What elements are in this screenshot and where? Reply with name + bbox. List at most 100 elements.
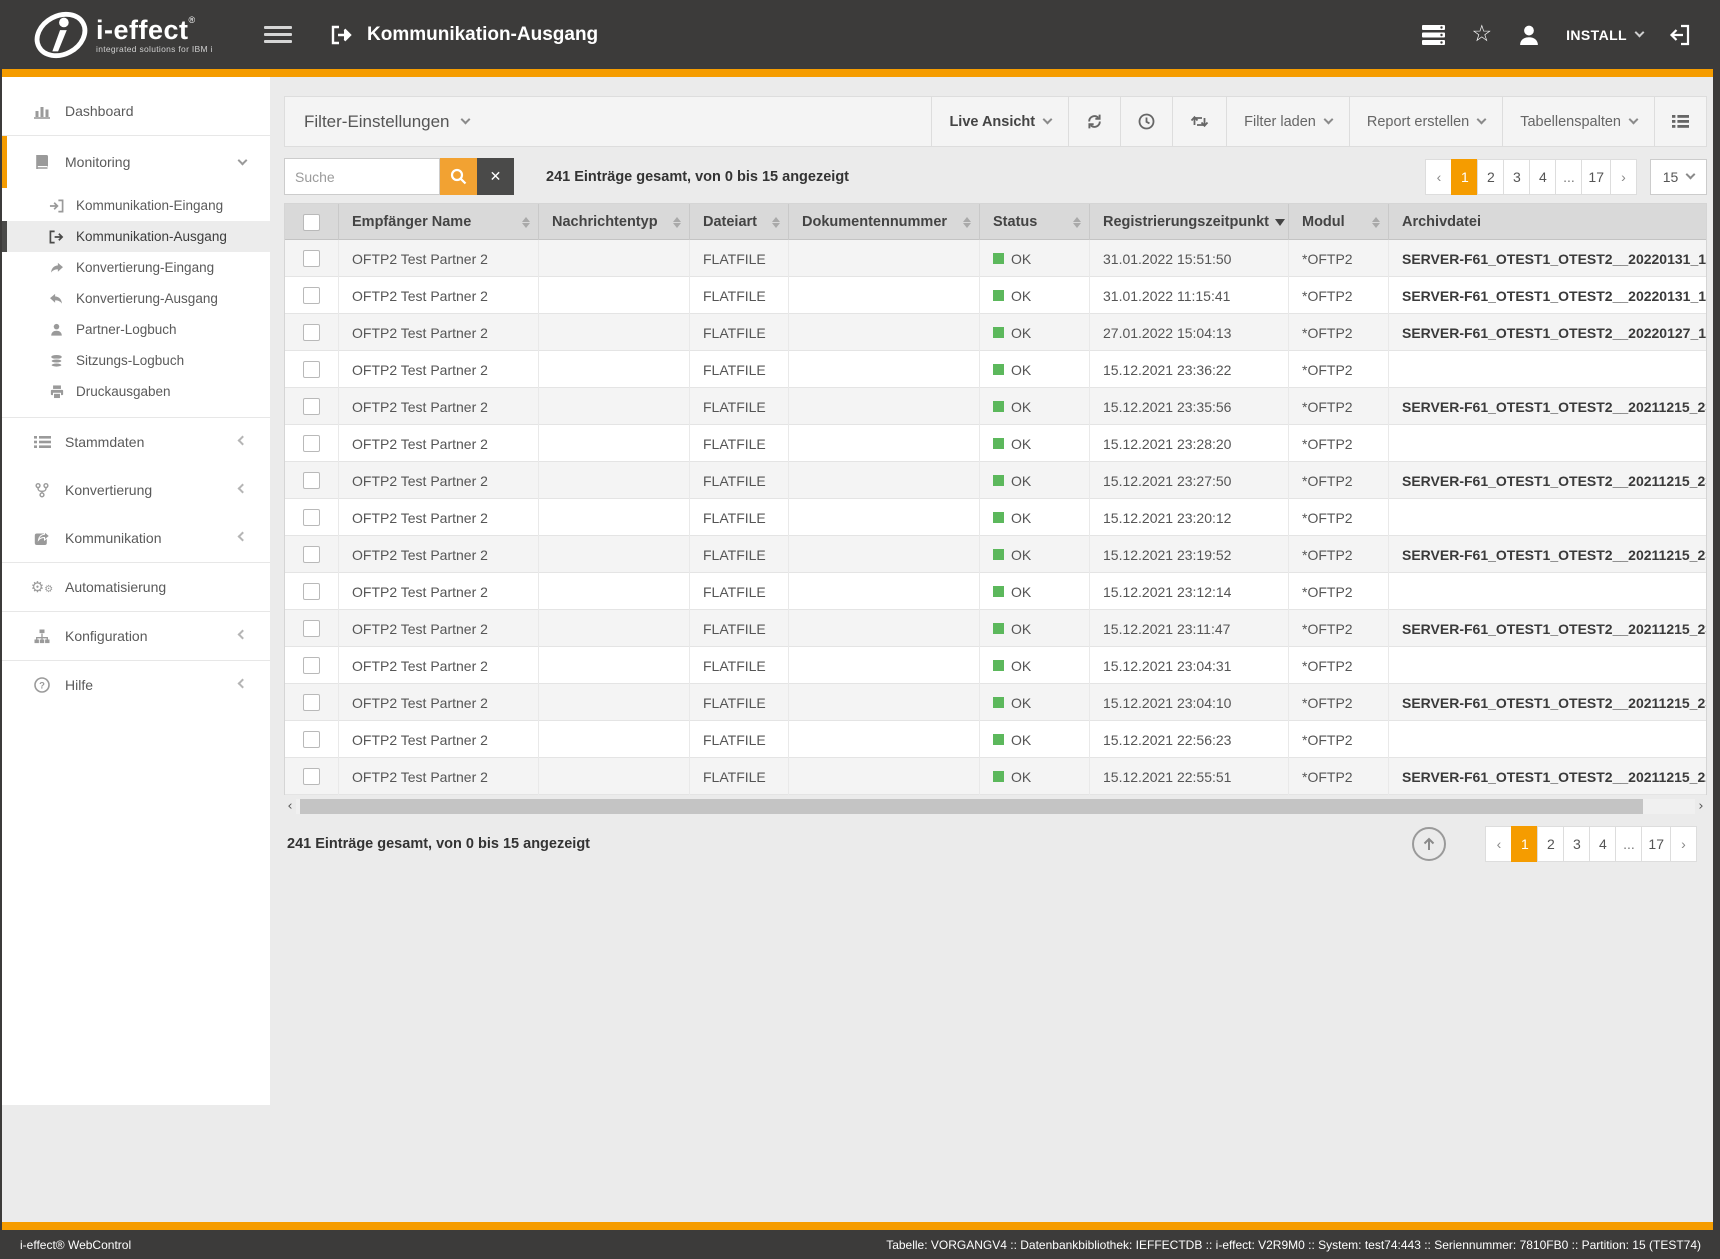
scroll-to-top-button[interactable] (1412, 827, 1446, 861)
sidebar-item-dashboard[interactable]: Dashboard (2, 87, 270, 135)
server-icon[interactable] (1421, 25, 1446, 45)
sidebar-item-druckausgaben[interactable]: Druckausgaben (2, 376, 270, 407)
search-input[interactable] (284, 158, 440, 195)
column-header-dokumentennummer[interactable]: Dokumentennummer (789, 204, 980, 240)
schedule-button[interactable] (1120, 97, 1172, 146)
clear-search-button[interactable]: ✕ (477, 158, 514, 195)
select-all-checkbox[interactable] (303, 214, 320, 231)
sidebar-item-konfiguration[interactable]: Konfiguration (2, 612, 270, 660)
scroll-right-icon[interactable]: › (1695, 799, 1707, 814)
row-checkbox[interactable] (303, 361, 320, 378)
filter-settings-dropdown[interactable]: Filter-Einstellungen (304, 112, 469, 132)
search-button[interactable] (440, 158, 477, 195)
sidebar-item-stammdaten[interactable]: Stammdaten (2, 418, 270, 466)
table-row[interactable]: OFTP2 Test Partner 2 FLATFILE OK 15.12.2… (285, 610, 1706, 647)
live-view-dropdown[interactable]: Live Ansicht (931, 97, 1068, 146)
sidebar-item-automatisierung[interactable]: ⚙⚙ Automatisierung (2, 563, 270, 611)
row-checkbox[interactable] (303, 472, 320, 489)
row-checkbox[interactable] (303, 546, 320, 563)
pagination-page-1[interactable]: 1 (1451, 159, 1478, 195)
table-row[interactable]: OFTP2 Test Partner 2 FLATFILE OK 15.12.2… (285, 684, 1706, 721)
hamburger-icon[interactable] (264, 22, 292, 47)
row-checkbox[interactable] (303, 694, 320, 711)
table-row[interactable]: OFTP2 Test Partner 2 FLATFILE OK 15.12.2… (285, 351, 1706, 388)
pagination-page-1[interactable]: 1 (1511, 826, 1538, 862)
sidebar-item-kommunikation[interactable]: Kommunikation (2, 514, 270, 562)
sidebar-item-kommunikation-eingang[interactable]: Kommunikation-Eingang (2, 190, 270, 221)
pagination-page-2[interactable]: 2 (1537, 826, 1564, 862)
pagination-prev[interactable]: ‹ (1425, 159, 1452, 195)
column-header-empfaenger[interactable]: Empfänger Name (339, 204, 539, 240)
sidebar-item-partner-logbuch[interactable]: Partner-Logbuch (2, 314, 270, 345)
sidebar-item-monitoring[interactable]: Monitoring (2, 136, 270, 188)
table-row[interactable]: OFTP2 Test Partner 2 FLATFILE OK 31.01.2… (285, 240, 1706, 277)
user-icon[interactable] (1518, 25, 1540, 45)
logout-icon[interactable] (1669, 24, 1691, 46)
row-checkbox[interactable] (303, 435, 320, 452)
table-row[interactable]: OFTP2 Test Partner 2 FLATFILE OK 27.01.2… (285, 314, 1706, 351)
sidebar-item-konvertierung-eingang[interactable]: Konvertierung-Eingang (2, 252, 270, 283)
row-checkbox[interactable] (303, 731, 320, 748)
pagination-next[interactable]: › (1610, 159, 1637, 195)
table-row[interactable]: OFTP2 Test Partner 2 FLATFILE OK 15.12.2… (285, 758, 1706, 795)
row-checkbox[interactable] (303, 768, 320, 785)
pagination-page-3[interactable]: 3 (1563, 826, 1590, 862)
row-checkbox[interactable] (303, 620, 320, 637)
column-header-archivdatei[interactable]: Archivdatei (1389, 204, 1706, 240)
pagination-page-2[interactable]: 2 (1477, 159, 1504, 195)
scrollbar-track[interactable] (296, 799, 1695, 814)
user-menu[interactable]: INSTALL (1566, 27, 1643, 43)
column-header-status[interactable]: Status (980, 204, 1090, 240)
star-icon[interactable]: ☆ (1472, 23, 1493, 46)
scrollbar-thumb[interactable] (300, 799, 1643, 814)
sidebar-item-konvertierung[interactable]: Konvertierung (2, 466, 270, 514)
refresh-button[interactable] (1068, 97, 1120, 146)
table-row[interactable]: OFTP2 Test Partner 2 FLATFILE OK 15.12.2… (285, 462, 1706, 499)
row-checkbox[interactable] (303, 583, 320, 600)
column-header-dateiart[interactable]: Dateiart (690, 204, 789, 240)
row-checkbox[interactable] (303, 324, 320, 341)
load-filter-dropdown[interactable]: Filter laden (1226, 97, 1349, 146)
column-header-modul[interactable]: Modul (1289, 204, 1389, 240)
cell-dateiart: FLATFILE (690, 610, 789, 647)
table-row[interactable]: OFTP2 Test Partner 2 FLATFILE OK 15.12.2… (285, 536, 1706, 573)
row-checkbox[interactable] (303, 657, 320, 674)
table-row[interactable]: OFTP2 Test Partner 2 FLATFILE OK 15.12.2… (285, 573, 1706, 610)
sidebar-item-kommunikation-ausgang[interactable]: Kommunikation-Ausgang (2, 221, 270, 252)
row-checkbox[interactable] (303, 250, 320, 267)
pagination-page-17[interactable]: 17 (1581, 159, 1611, 195)
table-row[interactable]: OFTP2 Test Partner 2 FLATFILE OK 31.01.2… (285, 277, 1706, 314)
cell-status: OK (980, 351, 1090, 388)
pagination-page-4[interactable]: 4 (1529, 159, 1556, 195)
create-report-dropdown[interactable]: Report erstellen (1349, 97, 1502, 146)
page-size-select[interactable]: 15 (1650, 159, 1707, 195)
sidebar-item-konvertierung-ausgang[interactable]: Konvertierung-Ausgang (2, 283, 270, 314)
pagination-next[interactable]: › (1670, 826, 1697, 862)
cell-registrierungszeitpunkt: 15.12.2021 22:56:23 (1090, 721, 1289, 758)
pagination-page-17[interactable]: 17 (1641, 826, 1671, 862)
table-row[interactable]: OFTP2 Test Partner 2 FLATFILE OK 15.12.2… (285, 425, 1706, 462)
scroll-left-icon[interactable]: ‹ (284, 799, 296, 814)
table-row[interactable]: OFTP2 Test Partner 2 FLATFILE OK 15.12.2… (285, 721, 1706, 758)
table-columns-dropdown[interactable]: Tabellenspalten (1502, 97, 1654, 146)
cell-archivdatei (1389, 573, 1706, 610)
column-header-registrierungszeitpunkt[interactable]: Registrierungszeitpunkt (1090, 204, 1289, 240)
table-row[interactable]: OFTP2 Test Partner 2 FLATFILE OK 15.12.2… (285, 388, 1706, 425)
retweet-button[interactable] (1172, 97, 1226, 146)
list-view-button[interactable] (1654, 97, 1706, 146)
cell-status: OK (980, 758, 1090, 795)
cell-registrierungszeitpunkt: 15.12.2021 23:35:56 (1090, 388, 1289, 425)
row-checkbox[interactable] (303, 398, 320, 415)
table-row[interactable]: OFTP2 Test Partner 2 FLATFILE OK 15.12.2… (285, 499, 1706, 536)
pagination-prev[interactable]: ‹ (1485, 826, 1512, 862)
row-checkbox[interactable] (303, 287, 320, 304)
pagination-page-3[interactable]: 3 (1503, 159, 1530, 195)
sidebar-item-hilfe[interactable]: ? Hilfe (2, 661, 270, 709)
table-row[interactable]: OFTP2 Test Partner 2 FLATFILE OK 15.12.2… (285, 647, 1706, 684)
column-header-nachrichtentyp[interactable]: Nachrichtentyp (539, 204, 690, 240)
row-checkbox[interactable] (303, 509, 320, 526)
app-logo[interactable]: i-effect® integrated solutions for IBM i (32, 9, 242, 61)
pagination-page-4[interactable]: 4 (1589, 826, 1616, 862)
sidebar-item-sitzungs-logbuch[interactable]: Sitzungs-Logbuch (2, 345, 270, 376)
cell-dateiart: FLATFILE (690, 351, 789, 388)
